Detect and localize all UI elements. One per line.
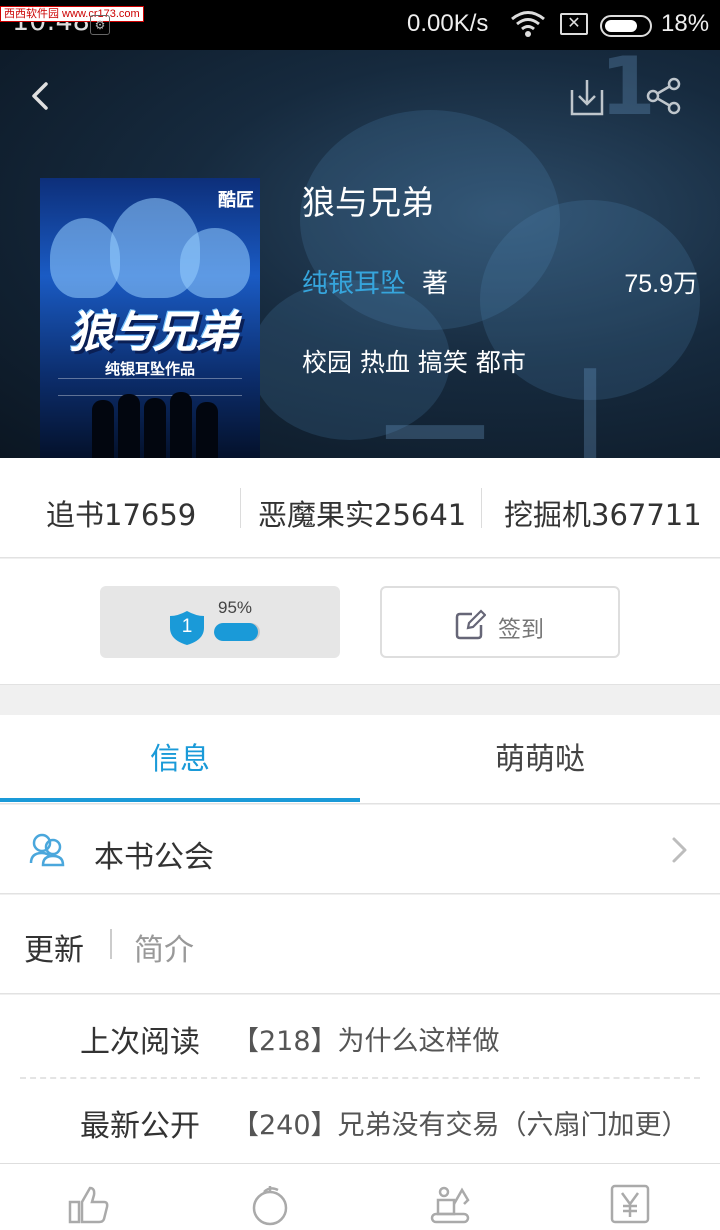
share-button[interactable] [644, 76, 684, 116]
cover-title: 狼与兄弟 [69, 307, 239, 358]
edit-icon [455, 609, 486, 640]
vip-progress-bar [214, 623, 260, 641]
wifi-icon [511, 11, 545, 37]
vip-level-card[interactable]: 1 95% [100, 586, 340, 658]
download-button[interactable] [566, 76, 608, 118]
book-title: 狼与兄弟 [302, 183, 434, 222]
checkin-label: 签到 [498, 617, 544, 643]
chapter-row-label: 上次阅读 [80, 1025, 200, 1060]
word-count: 75.9万 [624, 270, 698, 298]
latest-chapter-row[interactable]: 最新公开 【240】兄弟没有交易（六扇门加更） [0, 1079, 720, 1163]
watermark: 西西软件园 www.cr173.com [0, 6, 144, 22]
battery-percent: 18% [661, 10, 710, 37]
vip-level: 1 [181, 616, 193, 637]
battery-icon [600, 15, 652, 37]
chevron-right-icon [672, 837, 687, 863]
chapter-row-value: 【240】兄弟没有交易（六扇门加更） [232, 1110, 689, 1141]
subtab-intro[interactable]: 简介 [134, 925, 194, 969]
update-intro-tabs: 更新 简介 [0, 895, 720, 994]
cover-logo: 酷匠 [218, 190, 254, 211]
book-guild-row[interactable]: 本书公会 [0, 805, 720, 894]
tab-mengmengda[interactable]: 萌萌哒 [360, 715, 720, 804]
yuan-icon[interactable] [608, 1182, 652, 1226]
checkin-button[interactable]: 签到 [380, 586, 620, 658]
debug-icon: ⚙ [90, 15, 110, 35]
back-button[interactable] [24, 78, 60, 114]
thumbs-up-icon[interactable] [68, 1182, 112, 1226]
book-cover[interactable]: 酷匠 狼与兄弟 纯银耳坠作品 [40, 178, 260, 458]
fruit-icon[interactable] [248, 1182, 292, 1226]
status-bar: 10:48 西西软件园 www.cr173.com ⚙ 0.00K/s ✕ 18… [0, 0, 720, 50]
chapter-row-value: 【218】为什么这样做 [232, 1026, 500, 1057]
tab-info[interactable]: 信息 [0, 715, 360, 804]
net-speed: 0.00K/s [407, 10, 489, 37]
tab-underline [0, 798, 360, 802]
book-author[interactable]: 纯银耳坠 [302, 263, 406, 300]
stat-follow[interactable]: 追书17659 [46, 492, 196, 534]
subtab-update[interactable]: 更新 [24, 925, 84, 969]
chapter-list: 上次阅读 【218】为什么这样做 最新公开 【240】兄弟没有交易（六扇门加更） [0, 995, 720, 1163]
cover-subtitle: 纯银耳坠作品 [104, 360, 195, 378]
sim-icon: ✕ [560, 13, 588, 35]
guild-label: 本书公会 [94, 840, 214, 875]
book-header: 1 — | 酷匠 狼与兄弟 纯银耳坠作品 狼与兄弟 纯银耳坠 著 75.9万 校… [0, 50, 720, 458]
excavator-icon[interactable] [428, 1182, 472, 1226]
stat-devil-fruit[interactable]: 恶魔果实25641 [258, 492, 466, 534]
bottom-bar [0, 1163, 720, 1230]
stat-excavator[interactable]: 挖掘机367711 [504, 492, 702, 534]
author-suffix: 著 [422, 269, 449, 299]
book-tags: 校园 热血 搞笑 都市 [302, 348, 526, 377]
tab-bar: 信息 萌萌哒 [0, 715, 720, 804]
action-row: 1 95% 签到 [0, 559, 720, 685]
vip-progress-text: 95% [218, 598, 253, 617]
stats-row: 追书17659 恶魔果实25641 挖掘机367711 [0, 458, 720, 558]
chapter-row-label: 最新公开 [80, 1109, 200, 1144]
last-read-row[interactable]: 上次阅读 【218】为什么这样做 [0, 995, 720, 1079]
people-icon [29, 833, 65, 867]
